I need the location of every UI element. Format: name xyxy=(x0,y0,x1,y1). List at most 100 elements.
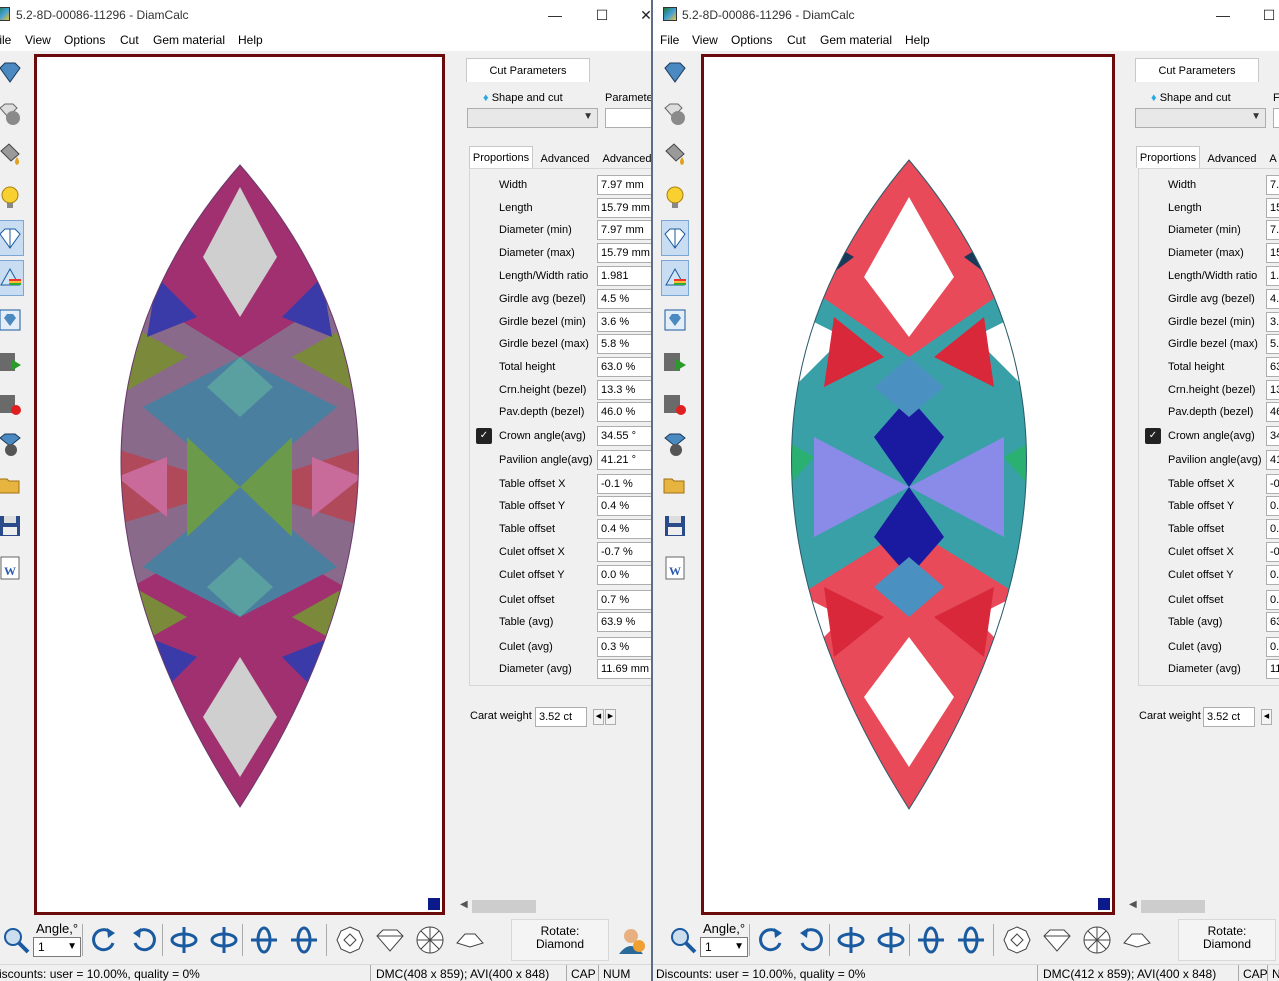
rotate-mode-button[interactable]: Rotate: Diamond xyxy=(1178,919,1276,961)
tilt-right-icon[interactable] xyxy=(953,922,989,958)
panel-scrollbar[interactable]: ◀ xyxy=(1125,898,1279,915)
gem-sphere-icon[interactable] xyxy=(661,96,689,132)
minimize-button[interactable]: — xyxy=(1210,4,1236,26)
menu-cut[interactable]: Cut xyxy=(787,33,806,47)
prism-rainbow-icon[interactable] xyxy=(661,260,689,296)
param-value-field[interactable]: 0. xyxy=(1266,519,1279,539)
maximize-button[interactable]: ☐ xyxy=(1256,4,1279,26)
menu-options[interactable]: Options xyxy=(731,33,772,47)
diamond-report-icon[interactable] xyxy=(0,302,24,338)
carat-spin-left[interactable]: ◀ xyxy=(1261,709,1272,725)
lock-icon[interactable]: ✓ xyxy=(1145,428,1161,444)
diamond-sparkle-icon[interactable] xyxy=(0,220,24,256)
rotate-ccw-icon[interactable] xyxy=(753,922,789,958)
param-value-field[interactable]: 63 xyxy=(1266,612,1279,632)
menu-gem-material[interactable]: Gem material xyxy=(820,33,892,47)
tab-cut-parameters[interactable]: Cut Parameters xyxy=(466,58,590,82)
scroll-left-icon[interactable]: ◀ xyxy=(1129,899,1137,910)
flip-vertical-2-icon[interactable] xyxy=(206,922,242,958)
top-view-icon[interactable] xyxy=(999,922,1035,958)
param-value-field[interactable]: 41.21 ° xyxy=(597,450,652,470)
menu-view[interactable]: View xyxy=(692,33,718,47)
menu-cut[interactable]: Cut xyxy=(120,33,139,47)
param-value-field[interactable]: 0.7 % xyxy=(597,590,652,610)
param-value-field[interactable]: 13.3 % xyxy=(597,380,652,400)
param-value-field[interactable]: 15.79 mm xyxy=(597,198,652,218)
param-value-field[interactable]: 11 xyxy=(1266,659,1279,679)
param-value-field[interactable]: 0. xyxy=(1266,637,1279,657)
param-value-field[interactable]: -0 xyxy=(1266,474,1279,494)
carat-weight-field[interactable]: 3.52 ct xyxy=(535,707,587,727)
diamond-view-icon[interactable] xyxy=(661,54,689,90)
tab-advanced-2[interactable]: A xyxy=(1263,148,1279,170)
menu-help[interactable]: Help xyxy=(238,33,263,47)
rotate-ccw-icon[interactable] xyxy=(86,922,122,958)
tab-proportions[interactable]: Proportions xyxy=(1136,146,1200,168)
menu-help[interactable]: Help xyxy=(905,33,930,47)
diamond-sparkle-icon[interactable] xyxy=(661,220,689,256)
param-value-field[interactable]: 0. xyxy=(1266,590,1279,610)
rotate-cw-icon[interactable] xyxy=(793,922,829,958)
rotate-cw-icon[interactable] xyxy=(126,922,162,958)
carat-spin-right[interactable]: ▶ xyxy=(605,709,616,725)
param-value-field[interactable]: -0 xyxy=(1266,542,1279,562)
param-value-field[interactable]: 0.4 % xyxy=(597,519,652,539)
user-settings-icon[interactable] xyxy=(613,922,649,958)
video-play-icon[interactable] xyxy=(661,344,689,380)
flip-vertical-icon[interactable] xyxy=(166,922,202,958)
tab-advanced[interactable]: Advanced xyxy=(1201,148,1263,170)
param-value-field[interactable]: 4.5 % xyxy=(597,289,652,309)
menu-file[interactable]: File xyxy=(660,33,679,47)
top-view-icon[interactable] xyxy=(332,922,368,958)
light-bulb-icon[interactable] xyxy=(0,180,24,216)
tab-proportions[interactable]: Proportions xyxy=(469,146,533,168)
param-value-field[interactable]: 0.3 % xyxy=(597,637,652,657)
param-value-field[interactable]: 7.97 mm xyxy=(597,220,652,240)
param-value-field[interactable]: 46.0 % xyxy=(597,402,652,422)
tilt-left-icon[interactable] xyxy=(913,922,949,958)
param-value-field[interactable]: 1. xyxy=(1266,266,1279,286)
shape-and-cut-select[interactable]: ▼ xyxy=(467,108,598,128)
paint-bucket-icon[interactable] xyxy=(661,136,689,172)
zoom-icon[interactable] xyxy=(665,922,701,958)
rotate-mode-button[interactable]: Rotate: Diamond xyxy=(511,919,609,961)
param-value-field[interactable]: 4. xyxy=(1266,289,1279,309)
param-value-field[interactable]: 11.69 mm xyxy=(597,659,652,679)
bottom-view-icon[interactable] xyxy=(412,922,448,958)
tilt-right-icon[interactable] xyxy=(286,922,322,958)
menu-options[interactable]: Options xyxy=(64,33,105,47)
save-disk-icon[interactable] xyxy=(0,508,24,544)
diamond-viewport[interactable] xyxy=(701,54,1115,915)
param-value-field[interactable]: -0.1 % xyxy=(597,474,652,494)
video-record-icon[interactable] xyxy=(0,386,24,422)
open-folder-icon[interactable] xyxy=(0,466,24,502)
param-value-field[interactable]: 15.79 mm xyxy=(597,243,652,263)
flip-vertical-2-icon[interactable] xyxy=(873,922,909,958)
param-value-field[interactable]: 15 xyxy=(1266,198,1279,218)
param-value-field[interactable]: 0. xyxy=(1266,496,1279,516)
menu-view[interactable]: View xyxy=(25,33,51,47)
angle-select[interactable]: 1 ▼ xyxy=(700,937,748,957)
video-play-icon[interactable] xyxy=(0,344,24,380)
paint-bucket-icon[interactable] xyxy=(0,136,24,172)
close-button[interactable]: ✕ xyxy=(633,4,652,26)
param-value-field[interactable]: 63 xyxy=(1266,357,1279,377)
param-value-field[interactable]: 41 xyxy=(1266,450,1279,470)
angle-select[interactable]: 1 ▼ xyxy=(33,937,81,957)
param-value-field[interactable]: 0. xyxy=(1266,565,1279,585)
param-value-field[interactable]: 5.8 % xyxy=(597,334,652,354)
save-disk-icon[interactable] xyxy=(661,508,689,544)
diamond-viewport[interactable] xyxy=(34,54,445,915)
panel-scrollbar[interactable]: ◀ xyxy=(456,898,652,915)
diamond-cart-icon[interactable] xyxy=(0,426,24,462)
title-bar[interactable]: 5.2-8D-00086-11296 - DiamCalc — ☐ xyxy=(653,0,1279,30)
scroll-left-icon[interactable]: ◀ xyxy=(460,899,468,910)
maximize-button[interactable]: ☐ xyxy=(589,4,615,26)
scrollbar-thumb[interactable] xyxy=(472,900,536,913)
lock-icon[interactable]: ✓ xyxy=(476,428,492,444)
side-view-icon[interactable] xyxy=(1039,922,1075,958)
light-bulb-icon[interactable] xyxy=(661,180,689,216)
tilt-left-icon[interactable] xyxy=(246,922,282,958)
param-value-field[interactable]: 63.0 % xyxy=(597,357,652,377)
flip-vertical-icon[interactable] xyxy=(833,922,869,958)
